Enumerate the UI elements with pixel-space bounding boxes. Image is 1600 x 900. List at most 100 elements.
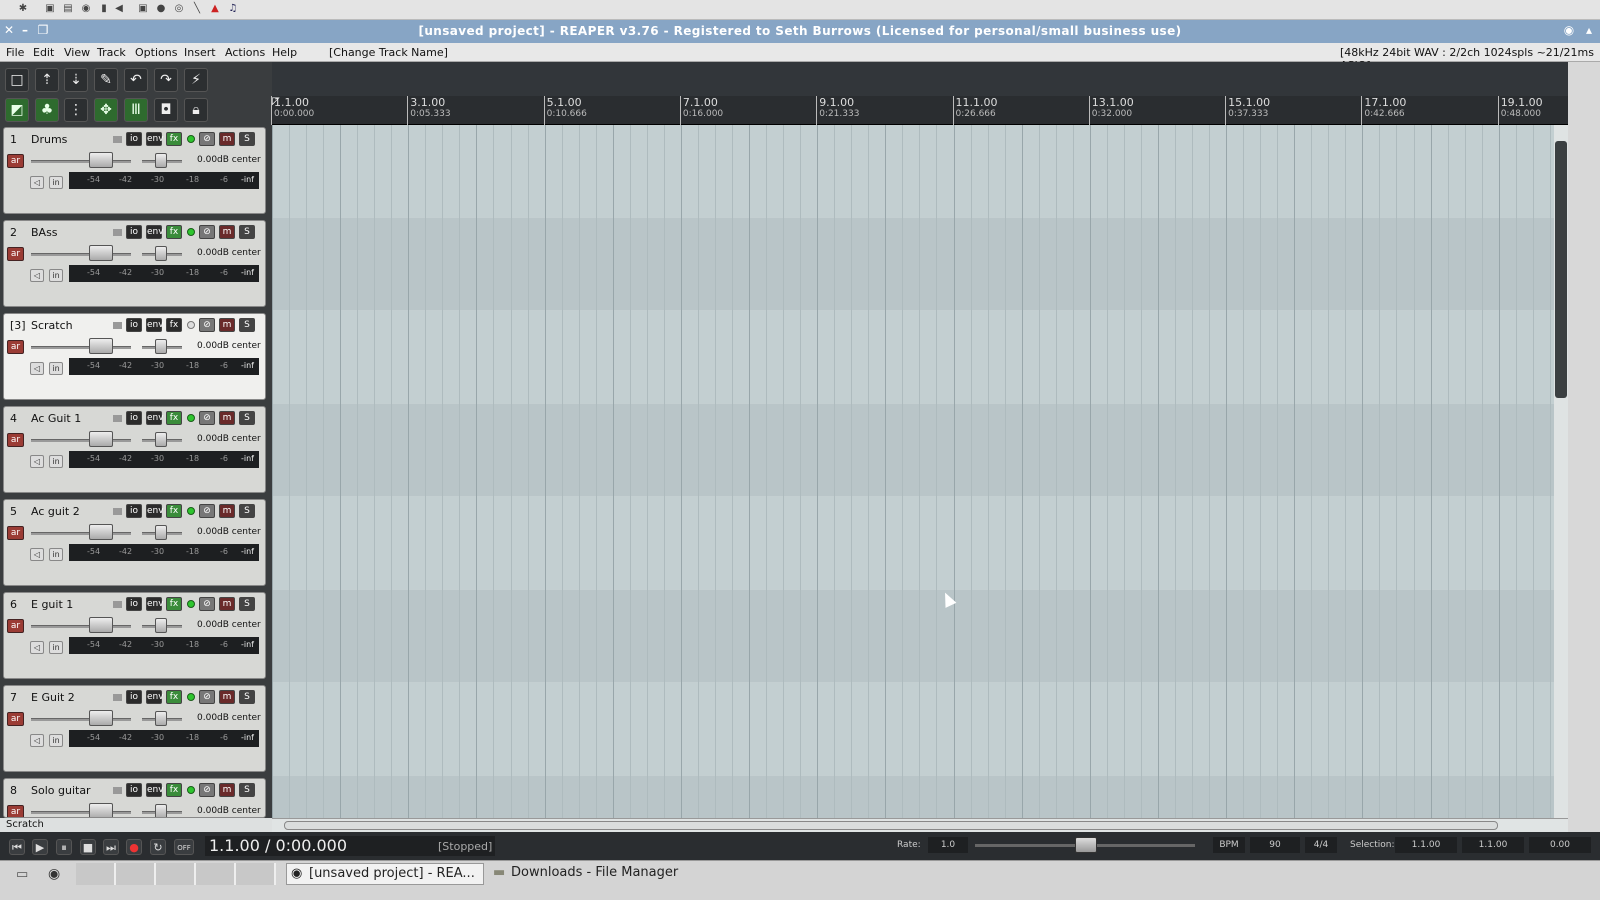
io-button[interactable]: io — [126, 690, 142, 704]
volume-slider-track[interactable] — [31, 625, 131, 628]
track-name[interactable]: Ac guit 2 — [31, 505, 80, 518]
io-button[interactable]: io — [126, 318, 142, 332]
volume-slider-track[interactable] — [31, 718, 131, 721]
folder-icon[interactable] — [113, 415, 122, 422]
vertical-scroll-thumb[interactable] — [1555, 141, 1567, 398]
shade-icon[interactable]: ▴ — [1582, 23, 1596, 37]
task-reaper[interactable]: ◉ [unsaved project] - REA... — [286, 863, 484, 885]
help-icon[interactable]: ◉ — [80, 3, 92, 15]
solo-button[interactable]: S — [239, 318, 255, 332]
volume-slider-handle[interactable] — [89, 524, 113, 540]
horizontal-scrollbar[interactable] — [272, 818, 1568, 832]
track-name[interactable]: Scratch — [31, 319, 73, 332]
track-name[interactable]: Ac Guit 1 — [31, 412, 81, 425]
undo-icon[interactable]: ↶ — [124, 68, 148, 92]
go-to-end-icon[interactable]: ⏭ — [103, 839, 119, 855]
solo-button[interactable]: S — [239, 411, 255, 425]
io-button[interactable]: io — [126, 132, 142, 146]
pan-slider-handle[interactable] — [155, 339, 167, 354]
solo-button[interactable]: S — [239, 225, 255, 239]
alert-icon[interactable]: ▲ — [209, 3, 221, 15]
metronome-icon[interactable]: ⚡ — [184, 68, 208, 92]
record-monitor-led[interactable] — [187, 786, 195, 794]
folder-icon[interactable] — [113, 136, 122, 143]
menu-file[interactable]: File — [6, 46, 24, 59]
envelope-button[interactable]: env — [146, 597, 164, 611]
track-panel[interactable]: 2 BAss io env fx ⊘ m Sar 0.00dB center ◁ in -54 -42-… — [3, 220, 266, 307]
record-arm-button[interactable]: ar — [7, 712, 24, 726]
input-button[interactable]: in — [49, 455, 63, 468]
phase-icon[interactable]: ⊘ — [199, 411, 215, 425]
speaker-icon[interactable]: ◀ — [113, 3, 125, 15]
headphones-icon[interactable]: ♫ — [227, 3, 239, 15]
record-monitor-led[interactable] — [187, 228, 195, 236]
mute-button[interactable]: m — [219, 318, 235, 332]
disc-icon[interactable]: ◎ — [173, 3, 185, 15]
record-mode-icon[interactable]: ◁ — [30, 734, 44, 747]
record-monitor-led[interactable] — [187, 321, 195, 329]
phase-icon[interactable]: ⊘ — [199, 504, 215, 518]
io-button[interactable]: io — [126, 411, 142, 425]
solo-button[interactable]: S — [239, 132, 255, 146]
phase-icon[interactable]: ⊘ — [199, 132, 215, 146]
stop-icon[interactable]: ■ — [80, 839, 96, 855]
volume-slider-handle[interactable] — [89, 431, 113, 447]
envelope-button[interactable]: env — [146, 225, 164, 239]
record-monitor-led[interactable] — [187, 600, 195, 608]
menu-edit[interactable]: Edit — [33, 46, 54, 59]
envelope-button[interactable]: env — [146, 504, 164, 518]
new-project-icon[interactable]: □ — [5, 68, 29, 92]
volume-slider-handle[interactable] — [89, 338, 113, 354]
time-signature[interactable]: 4/4 — [1305, 837, 1337, 853]
folder-icon[interactable] — [113, 694, 122, 701]
record-arm-button[interactable]: ar — [7, 805, 24, 817]
level-meter[interactable]: -54 -42 -30 -18 -6 -inf — [69, 544, 259, 561]
io-button[interactable]: io — [126, 504, 142, 518]
track-name[interactable]: Solo guitar — [31, 784, 91, 797]
record-arm-button[interactable]: ar — [7, 340, 24, 354]
ripple-edit-icon[interactable]: ◩ — [5, 98, 29, 122]
solo-button[interactable]: S — [239, 783, 255, 797]
volume-slider-handle[interactable] — [89, 803, 113, 817]
pen-icon[interactable]: ╲ — [191, 3, 203, 15]
envelope-button[interactable]: env — [146, 411, 164, 425]
io-button[interactable]: io — [126, 225, 142, 239]
app-menu-icon[interactable]: ◉ — [1562, 23, 1576, 37]
record-arm-button[interactable]: ar — [7, 526, 24, 540]
snap-icon[interactable]: ✥ — [94, 98, 118, 122]
phase-icon[interactable]: ⊘ — [199, 597, 215, 611]
pan-slider-handle[interactable] — [155, 804, 167, 817]
fx-button[interactable]: fx — [166, 783, 182, 797]
arrange-view[interactable]: 1.1.00 0:00.000 3.1.00 0:05.333 5.1.00 0:10.6… — [271, 62, 1568, 818]
group-icon[interactable]: ♣ — [35, 98, 59, 122]
record-mode-icon[interactable]: ◁ — [30, 176, 44, 189]
track-name[interactable]: BAss — [31, 226, 58, 239]
solo-button[interactable]: S — [239, 690, 255, 704]
pause-icon[interactable]: ⏸ — [56, 839, 72, 855]
phase-icon[interactable]: ⊘ — [199, 318, 215, 332]
mute-button[interactable]: m — [219, 504, 235, 518]
envelope-button[interactable]: env — [146, 132, 164, 146]
folder-icon[interactable] — [113, 322, 122, 329]
io-button[interactable]: io — [126, 597, 142, 611]
level-meter[interactable]: -54 -42 -30 -18 -6 -inf — [69, 451, 259, 468]
redo-icon[interactable]: ↷ — [154, 68, 178, 92]
folder-icon[interactable] — [113, 229, 122, 236]
mute-button[interactable]: m — [219, 783, 235, 797]
rate-slider-handle[interactable] — [1075, 837, 1097, 853]
volume-slider-track[interactable] — [31, 811, 131, 814]
input-button[interactable]: in — [49, 176, 63, 189]
fx-button[interactable]: fx — [166, 504, 182, 518]
io-button[interactable]: io — [126, 783, 142, 797]
record-mode-icon[interactable]: ◁ — [30, 641, 44, 654]
input-button[interactable]: in — [49, 548, 63, 561]
fx-button[interactable]: fx — [166, 132, 182, 146]
save-project-icon[interactable]: ⇣ — [64, 68, 88, 92]
track-lanes[interactable] — [272, 125, 1554, 818]
folder-icon[interactable] — [113, 601, 122, 608]
input-button[interactable]: in — [49, 641, 63, 654]
pan-slider-handle[interactable] — [155, 153, 167, 168]
selection-start[interactable]: 1.1.00 — [1395, 837, 1457, 853]
record-monitor-led[interactable] — [187, 507, 195, 515]
input-button[interactable]: in — [49, 734, 63, 747]
